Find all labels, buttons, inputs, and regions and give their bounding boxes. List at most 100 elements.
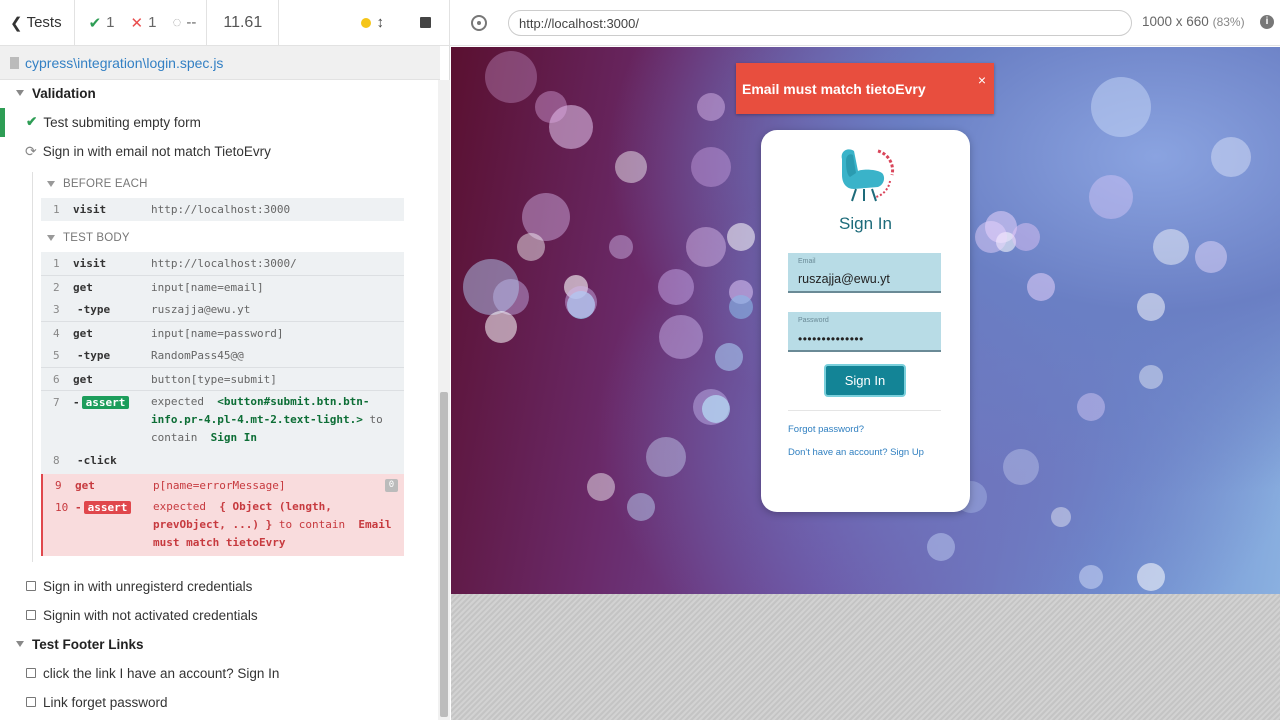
bokeh-light <box>686 227 726 267</box>
toast-close-button[interactable]: × <box>978 72 986 88</box>
run-duration: 11.61 <box>207 0 280 46</box>
command-number: 4 <box>53 326 60 340</box>
reporter-scrollbar[interactable] <box>438 80 450 720</box>
command-row-assert[interactable]: 7 - assert expected <button#submit.btn.bt… <box>41 390 404 448</box>
bokeh-light <box>485 311 517 343</box>
pending-stat[interactable]: ◌ -- <box>172 14 196 31</box>
bokeh-light <box>658 269 694 305</box>
caret-down-icon <box>16 641 24 647</box>
bokeh-light <box>587 473 615 501</box>
bokeh-light <box>1027 273 1055 301</box>
pending-circle-icon: ◌ <box>172 14 182 31</box>
bokeh-light <box>1089 175 1133 219</box>
command-row[interactable]: 3 -type ruszajja@ewu.yt <box>41 298 404 321</box>
info-icon[interactable]: i <box>1260 15 1274 29</box>
bokeh-light <box>729 295 753 319</box>
command-row[interactable]: 1 visit http://localhost:3000/ <box>41 252 404 275</box>
test-item-have-account[interactable]: click the link I have an account? Sign I… <box>26 660 279 686</box>
passed-stat[interactable]: ✔ 1 <box>89 14 115 32</box>
bokeh-light <box>1139 365 1163 389</box>
test-item-email-match[interactable]: ⟳ Sign in with email not match TietoEvry <box>25 138 271 164</box>
sign-up-link[interactable]: Don't have an account? Sign Up <box>788 447 924 458</box>
assert-expected: expected <box>151 395 204 408</box>
bokeh-light <box>727 223 755 251</box>
before-each-hook[interactable]: BEFORE EACH <box>47 178 148 190</box>
email-field[interactable]: Email ruszajja@ewu.yt <box>788 253 941 293</box>
nested-dash: - <box>73 396 80 409</box>
command-number: 7 <box>53 396 60 409</box>
check-icon: ✔ <box>88 14 102 32</box>
spec-file-bar[interactable]: cypress\integration\login.spec.js <box>0 46 440 80</box>
scrollbar-thumb[interactable] <box>440 392 448 717</box>
command-row[interactable]: 2 get input[name=email] <box>41 275 404 298</box>
test-title: Sign in with email not match TietoEvry <box>42 143 271 159</box>
command-row[interactable]: 4 get input[name=password] <box>41 321 404 344</box>
bokeh-light <box>715 343 743 371</box>
error-toast: Email must match tietoEvry × <box>736 63 994 114</box>
login-title: Sign In <box>839 214 892 233</box>
cross-icon: ✕ <box>130 14 144 32</box>
command-row-click[interactable]: 8 -click <box>41 448 404 472</box>
test-item-forget-password[interactable]: Link forget password <box>26 689 168 715</box>
command-row-error-get[interactable]: 9 get p[name=errorMessage] 0 <box>43 474 404 497</box>
assert-value-line-2: must match tietoEvry <box>153 536 286 549</box>
stop-button[interactable] <box>420 17 431 28</box>
pending-box-icon <box>26 668 36 678</box>
viewport-zoom: (83%) <box>1212 15 1245 29</box>
passed-count: 1 <box>106 14 115 31</box>
suite-title: Validation <box>32 85 96 101</box>
assert-selector-line-2: info.pr-4.pl-4.mt-2.text-light.> <box>151 413 363 426</box>
suite-footer-links[interactable]: Test Footer Links <box>16 631 144 657</box>
bokeh-light <box>1012 223 1040 251</box>
bokeh-light <box>691 147 731 187</box>
bokeh-light <box>485 51 537 103</box>
passed-indicator <box>0 108 5 137</box>
bokeh-light <box>1091 77 1151 137</box>
bokeh-light <box>1211 137 1251 177</box>
aut-header: http://localhost:3000/ 1000 x 660 (83%) … <box>450 0 1280 46</box>
url-display[interactable]: http://localhost:3000/ <box>508 10 1132 36</box>
failed-stat[interactable]: ✕ 1 <box>131 14 157 32</box>
test-item-empty-form[interactable]: ✔ Test submiting empty form <box>26 109 201 135</box>
email-label: Email <box>798 258 816 265</box>
assert-badge: assert <box>83 501 132 514</box>
auto-scroll-toggle-icon[interactable]: ↕ <box>377 14 385 31</box>
command-number: 1 <box>53 257 60 270</box>
command-name: visit <box>73 203 107 216</box>
command-name: - assert <box>73 396 151 409</box>
command-number: 5 <box>53 349 60 362</box>
sign-in-button[interactable]: Sign In <box>824 364 906 397</box>
bokeh-light <box>1077 393 1105 421</box>
test-title: Link forget password <box>43 694 168 710</box>
assert-object-line-2: prevObject, ...) } <box>153 518 273 531</box>
command-row[interactable]: 6 get button[type=submit] <box>41 367 404 390</box>
bokeh-light <box>609 235 633 259</box>
password-label: Password <box>798 317 829 324</box>
test-body-hook[interactable]: TEST BODY <box>47 232 130 244</box>
command-name: - assert <box>75 501 153 514</box>
password-field[interactable]: Password •••••••••••••• <box>788 312 941 352</box>
selector-playground-icon[interactable] <box>471 15 487 31</box>
card-divider <box>788 410 941 411</box>
bokeh-light <box>517 233 545 261</box>
active-test-line <box>32 172 33 562</box>
file-icon <box>10 56 19 69</box>
forgot-password-link[interactable]: Forgot password? <box>788 424 864 435</box>
body-command-list: 1 visit http://localhost:3000/2 get input[na… <box>41 252 404 390</box>
command-message: input[name=password] <box>151 326 284 340</box>
run-controls: ↕ <box>279 0 450 46</box>
back-to-tests-button[interactable]: ❮ Tests <box>0 0 75 46</box>
bokeh-light <box>1051 507 1071 527</box>
suite-validation[interactable]: Validation <box>16 80 96 106</box>
bokeh-light <box>615 151 647 183</box>
command-number: 9 <box>55 479 62 492</box>
bokeh-light <box>535 91 567 123</box>
command-message: http://localhost:3000 <box>151 203 291 216</box>
command-row[interactable]: 1 visit http://localhost:3000 <box>41 198 404 221</box>
command-message: ruszajja@ewu.yt <box>151 303 251 316</box>
suite-title: Test Footer Links <box>32 636 144 652</box>
command-row-error-assert[interactable]: 10 - assert expected { Object (length, pr… <box>43 497 404 553</box>
command-row[interactable]: 5 -type RandomPass45@@ <box>41 344 404 367</box>
test-item-unregistered[interactable]: Sign in with unregisterd credentials <box>26 573 252 599</box>
test-item-not-activated[interactable]: Signin with not activated credentials <box>26 602 258 628</box>
